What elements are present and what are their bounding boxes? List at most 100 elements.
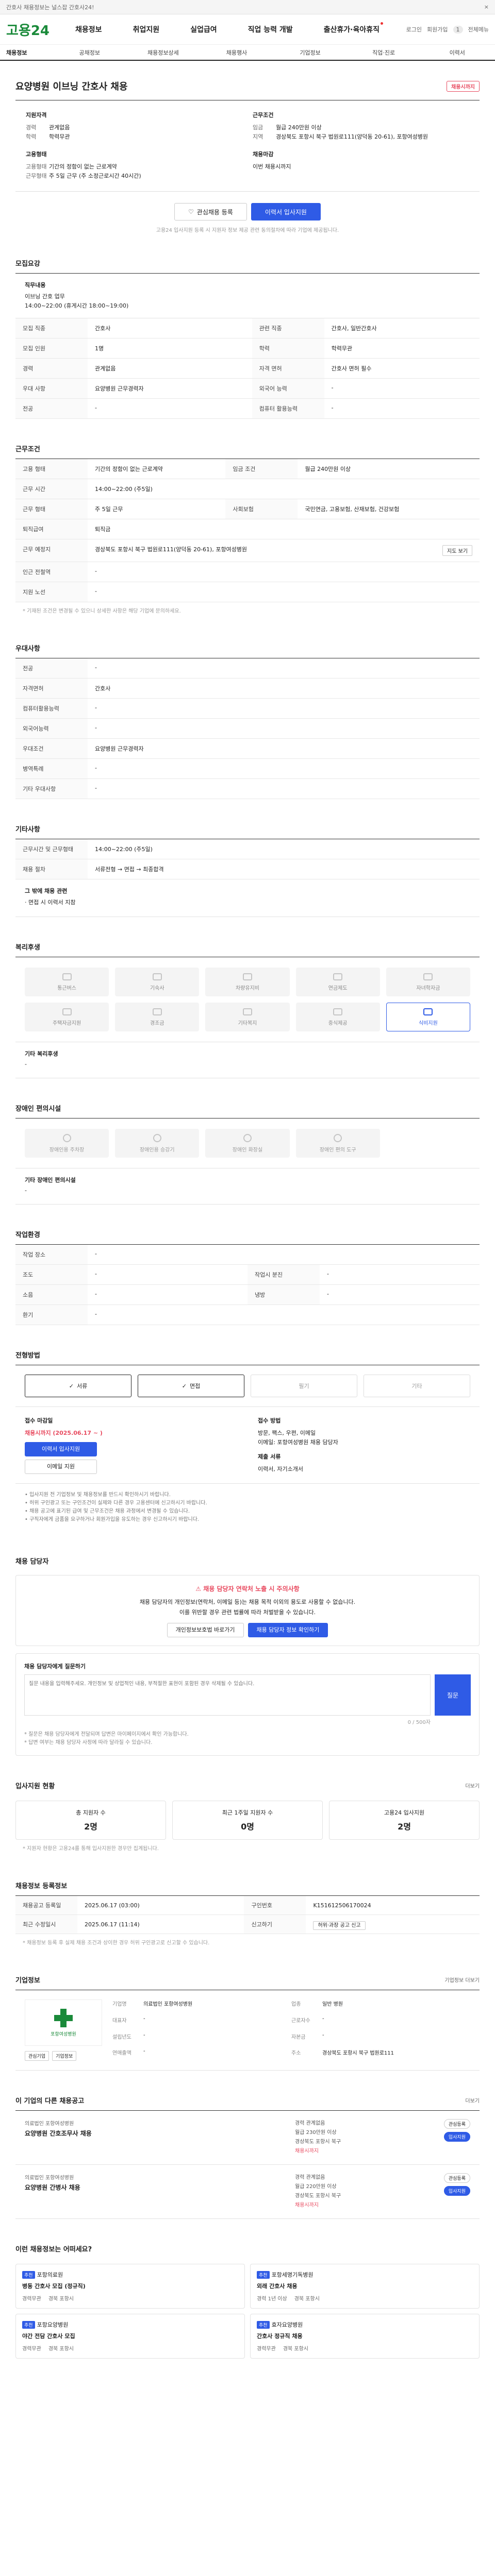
post-title[interactable]: 요양병원 간호조무사 채용 — [25, 2129, 285, 2138]
question-submit-button[interactable]: 질문 — [435, 1674, 471, 1716]
reco-title[interactable]: 간호사 정규직 채용 — [257, 2332, 473, 2340]
welfare-label: 기타복지 — [238, 1020, 257, 1026]
reco-header: 추천 포항세명기독병원 — [257, 2270, 473, 2279]
reco-title[interactable]: 야간 전담 간호사 모집 — [22, 2332, 238, 2340]
contact-reveal-button[interactable]: 채용 담당자 정보 확인하기 — [248, 1623, 328, 1637]
warning-line: 이를 위반할 경우 관련 법률에 따라 처벌받을 수 있습니다. — [179, 1609, 316, 1616]
question-input[interactable] — [24, 1674, 431, 1716]
company-follow-button[interactable]: 관심기업 — [25, 2051, 50, 2061]
report-button[interactable]: 허위·과장 공고 신고 — [313, 1921, 366, 1930]
row-value: 주 5일 근무 — [88, 499, 226, 519]
resume-apply-button[interactable]: 이력서 입사지원 — [25, 1442, 97, 1456]
warning-title-text: 채용 담당자 연락처 노출 시 주의사항 — [203, 1585, 300, 1592]
row-value: - — [88, 1264, 248, 1285]
table-row: 퇴직급여 퇴직금 — [15, 519, 480, 539]
site-logo[interactable]: 고용24 — [6, 20, 50, 39]
sub-nav-item[interactable]: 기업정보 — [278, 48, 342, 57]
location-text: 경상북도 포항시 북구 법원로111(양덕동 20-61), 포항여성병원 — [95, 546, 248, 553]
post-scrap-button[interactable]: 관심등록 — [443, 2119, 470, 2129]
main-nav: 채용정보 취업지원 실업급여 직업 능력 개발 출산휴가·육아휴직 — [75, 22, 384, 35]
email-apply-button[interactable]: 이메일 지원 — [25, 1460, 97, 1474]
welfare-label: 차량유지비 — [235, 985, 259, 991]
section-title: 모집요강 — [15, 260, 40, 268]
receive-line: 이메일: 포항여성병원 채용 담당자 — [258, 1439, 338, 1446]
section-head: 채용정보 등록정보 — [15, 1880, 480, 1895]
company-info-button[interactable]: 기업정보 — [52, 2051, 77, 2061]
postinfo-note: * 채용정보 등록 후 실제 채용 조건과 상이한 경우 허위 구인광고로 신고… — [23, 1940, 210, 1946]
method-label: 서류 — [76, 1383, 88, 1389]
sub-nav-item[interactable]: 공채정보 — [58, 48, 121, 57]
welfare-grid-wrap: 통근버스 기숙사 차량유지비 연금제도 자녀학자금 주택자금지원 경조금 기타복… — [15, 957, 480, 1042]
table-row: 고용 형태 기간의 정함이 없는 근로계약 임금 조건 월급 240만원 이상 — [15, 459, 480, 479]
etc-extra-label: 그 밖에 채용 관련 — [25, 888, 68, 894]
row-key: 작업 장소 — [15, 1245, 88, 1265]
etc-extra: 그 밖에 채용 관련 · 면접 시 이력서 지참 — [15, 879, 480, 917]
question-box: 채용 담당자에게 질문하기 질문 0 / 500자 * 질문은 채용 담당자에게… — [15, 1653, 480, 1756]
post-meta: 경력 관계없음 월급 230만원 이상 경상북도 포항시 북구 채용시까지 — [295, 2119, 419, 2156]
sub-nav-item[interactable]: 이력서 — [425, 48, 489, 57]
kv-key: 학력 — [26, 133, 37, 140]
sub-nav-item[interactable]: 채용정보 — [6, 48, 27, 57]
row-key: 고용 형태 — [15, 459, 88, 479]
table-row: 경력 관계없음 자격 면허 간호사 면허 필수 — [15, 358, 480, 379]
reco-title[interactable]: 병동 간호사 모집 (정규직) — [22, 2282, 238, 2290]
receive-heading: 접수 방법 — [258, 1417, 281, 1424]
map-button[interactable]: 지도 보기 — [442, 545, 472, 556]
disabled-extra-label: 기타 장애인 편의시설 — [25, 1177, 76, 1183]
welfare-item-active: 식비지원 — [386, 1003, 470, 1031]
notification-badge[interactable]: 1 — [453, 25, 463, 33]
post-scrap-button[interactable]: 관심등록 — [443, 2173, 470, 2183]
list-item[interactable]: 의료법인 포항여성병원 요양병원 간병사 채용 경력 관계없음 월급 220만원… — [15, 2165, 480, 2219]
post-meta-line: 경상북도 포항시 북구 — [295, 2139, 341, 2145]
info-key: 업종 — [291, 2002, 301, 2007]
join-link[interactable]: 회원가입 — [427, 25, 448, 33]
method-item-active: ✓ 서류 — [25, 1375, 131, 1397]
row-key: 구인번호 — [244, 1895, 306, 1915]
recommend-card[interactable]: 추천 효자요양병원 간호사 정규직 채용 경력무관 경북 포항시 — [250, 2314, 480, 2359]
login-link[interactable]: 로그인 — [406, 25, 422, 33]
more-link[interactable]: 기업정보 더보기 — [444, 1976, 480, 1984]
info-value: 일반 병원 — [322, 2002, 343, 2007]
sub-nav-item[interactable]: 채용행사 — [205, 48, 269, 57]
reco-org: 효자요양병원 — [271, 2321, 303, 2328]
nav-item-support[interactable]: 취업지원 — [133, 24, 160, 35]
summary-actions: ♡ 관심채용 등록 이력서 입사지원 — [15, 203, 480, 221]
scrap-button[interactable]: ♡ 관심채용 등록 — [174, 203, 247, 221]
post-apply-button[interactable]: 입사지원 — [443, 2186, 470, 2196]
post-apply-button[interactable]: 입사지원 — [443, 2132, 470, 2142]
recommend-card[interactable]: 추천 포항요양병원 야간 전담 간호사 모집 경력무관 경북 포항시 — [15, 2314, 245, 2359]
deadline-badge: 채용시까지 — [447, 80, 480, 92]
info-value: 의료법인 포항여성병원 — [143, 2002, 193, 2007]
sub-nav-item[interactable]: 채용정보상세 — [131, 48, 195, 57]
privacy-law-button[interactable]: 개인정보보호법 바로가기 — [167, 1623, 244, 1637]
more-link[interactable]: 더보기 — [465, 2096, 480, 2104]
row-key: 조도 — [15, 1264, 88, 1285]
list-item[interactable]: 의료법인 포항여성병원 요양병원 간호조무사 채용 경력 관계없음 월급 230… — [15, 2111, 480, 2165]
row-key: 근무 시간 — [15, 479, 88, 499]
row-key: 병역특례 — [15, 758, 88, 779]
recommend-card[interactable]: 추천 포항의료원 병동 간호사 모집 (정규직) 경력무관 경북 포항시 — [15, 2264, 245, 2309]
nav-item-jobs[interactable]: 채용정보 — [75, 24, 102, 35]
row-value: 기간의 정함이 없는 근로계약 — [88, 459, 226, 479]
reco-title[interactable]: 외래 간호사 채용 — [257, 2282, 473, 2290]
close-icon[interactable]: × — [484, 4, 489, 10]
contact-warning: ⚠ 채용 담당자 연락처 노출 시 주의사항 채용 담당자의 개인정보(연락처,… — [15, 1575, 480, 1646]
nav-item-parental[interactable]: 출산휴가·육아휴직 — [324, 22, 384, 35]
post-title[interactable]: 요양병원 간병사 채용 — [25, 2183, 285, 2192]
nav-item-unemployment[interactable]: 실업급여 — [190, 24, 217, 35]
reco-badge: 추천 — [22, 2271, 35, 2279]
question-note: * 답변 여부는 채용 담당자 사정에 따라 달라질 수 있습니다. — [24, 1740, 153, 1745]
nav-item-training[interactable]: 직업 능력 개발 — [248, 24, 293, 35]
recommend-card[interactable]: 추천 포항세명기독병원 외래 간호사 채용 경력 1년 이상 경북 포항시 — [250, 2264, 480, 2309]
table-row: 기타 우대사항 - — [15, 778, 480, 799]
welfare-label: 주택자금지원 — [52, 1020, 81, 1026]
post-meta-line: 경력 관계없음 — [295, 2175, 325, 2180]
reco-badge: 추천 — [257, 2271, 270, 2279]
table-row: 자격면허 간호사 — [15, 678, 480, 699]
apply-button[interactable]: 이력서 입사지원 — [251, 203, 321, 221]
all-menu-button[interactable]: 전체메뉴 — [468, 25, 489, 33]
table-row: 최근 수정일시 2025.06.17 (11:14) 신고하기 허위·과장 공고 신고 — [15, 1914, 480, 1934]
info-key: 대표자 — [112, 2018, 127, 2024]
more-link[interactable]: 더보기 — [465, 1782, 480, 1789]
sub-nav-item[interactable]: 직업·진로 — [352, 48, 416, 57]
